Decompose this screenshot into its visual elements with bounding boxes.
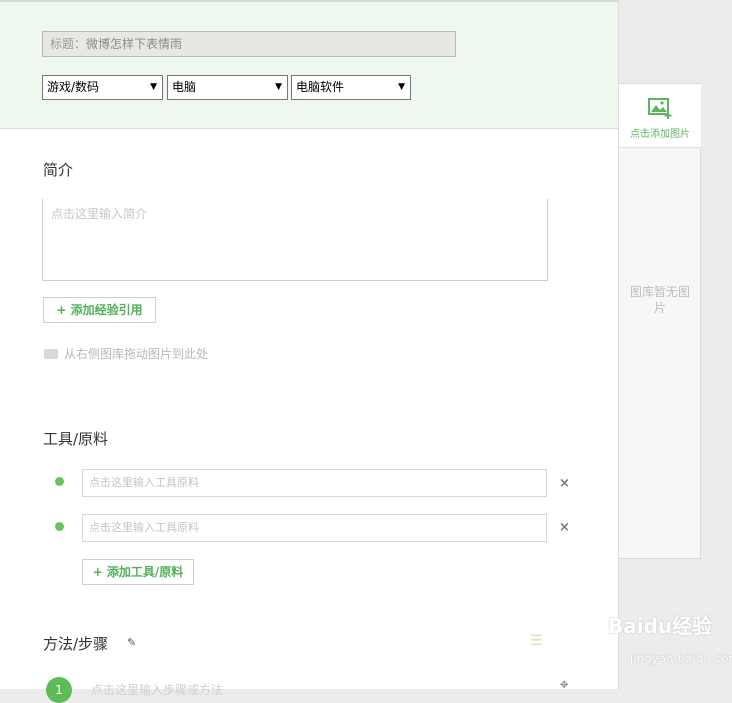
title-input[interactable]: 标题：微博怎样下表情雨 [42, 31, 456, 57]
tool-input-placeholder: 点击这里输入工具原料 [89, 521, 199, 534]
intro-placeholder: 点击这里输入简介 [51, 207, 148, 221]
pencil-icon[interactable]: ✎ [127, 636, 136, 649]
editor-main: 标题：微博怎样下表情雨 游戏/数码 ▼ 电脑 ▼ 电脑软件 ▼ 简介 点击这里输… [0, 0, 619, 703]
tool-input[interactable]: 点击这里输入工具原料 [82, 514, 547, 542]
category-select-1[interactable]: 游戏/数码 ▼ [42, 75, 163, 100]
list-icon[interactable]: ☰ [530, 633, 543, 649]
steps-heading: 方法/步骤 [43, 635, 109, 653]
library-empty-text: 图库暂无图片 [629, 285, 690, 315]
move-icon[interactable]: ✥ [560, 680, 568, 691]
image-icon [44, 349, 58, 359]
chevron-down-icon: ▼ [150, 82, 157, 92]
title-value: 微博怎样下表情雨 [86, 37, 183, 51]
intro-textarea[interactable]: 点击这里输入简介 [42, 199, 548, 281]
title-header: 标题：微博怎样下表情雨 游戏/数码 ▼ 电脑 ▼ 电脑软件 ▼ [0, 0, 618, 129]
add-image-label: 点击添加图片 [630, 129, 690, 140]
tools-heading: 工具/原料 [43, 430, 109, 448]
title-label: 标题： [50, 37, 87, 51]
remove-tool-button[interactable]: × [559, 520, 570, 535]
watermark-url: jingyan.baidu.com [630, 652, 732, 665]
add-image-button[interactable]: 点击添加图片 [619, 84, 701, 148]
bullet-dot [55, 522, 64, 531]
tool-input[interactable]: 点击这里输入工具原料 [82, 469, 547, 497]
drag-image-hint: 从右侧图库拖动图片到此处 [44, 345, 208, 362]
category-select-3[interactable]: 电脑软件 ▼ [291, 75, 411, 100]
chevron-down-icon: ▼ [398, 82, 405, 92]
category-select-2-value: 电脑 [172, 80, 197, 94]
remove-tool-button[interactable]: × [559, 476, 570, 491]
intro-heading: 简介 [43, 161, 74, 179]
baidu-jingyan-watermark: Baidu经验 jingyan.baidu.com [608, 610, 732, 665]
chevron-down-icon: ▼ [275, 82, 282, 92]
category-select-3-value: 电脑软件 [296, 80, 345, 94]
category-select-2[interactable]: 电脑 ▼ [167, 75, 288, 100]
image-library-panel: 点击添加图片 图库暂无图片 [619, 83, 701, 559]
add-reference-button[interactable]: + 添加经验引用 [43, 297, 156, 323]
watermark-brand: Baidu经验 [608, 614, 713, 638]
tool-input-placeholder: 点击这里输入工具原料 [89, 476, 199, 489]
add-tool-button[interactable]: + 添加工具/原料 [82, 559, 194, 585]
step-number-badge: 1 [46, 677, 72, 703]
category-select-1-value: 游戏/数码 [47, 80, 100, 94]
add-picture-icon [648, 98, 672, 119]
bullet-dot [55, 477, 64, 486]
drag-hint-text: 从右侧图库拖动图片到此处 [64, 347, 209, 361]
step-input-placeholder[interactable]: 点击这里输入步骤或方法 [91, 681, 223, 698]
